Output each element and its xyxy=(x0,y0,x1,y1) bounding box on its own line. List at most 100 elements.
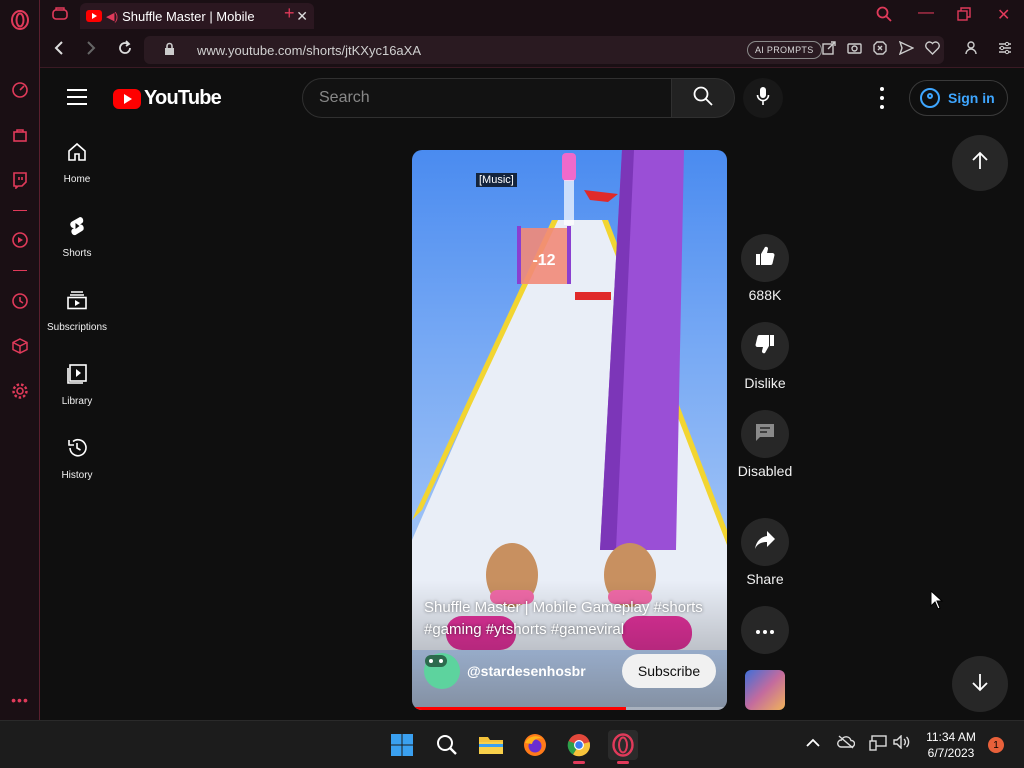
clock-time: 11:34 AM xyxy=(926,730,976,744)
shorts-icon xyxy=(66,215,88,242)
tab-islands-icon[interactable] xyxy=(52,7,68,26)
taskbar-search-button[interactable] xyxy=(432,730,462,760)
bookmark-heart-icon[interactable] xyxy=(925,41,940,58)
chrome-button[interactable] xyxy=(564,730,594,764)
previous-short-button[interactable] xyxy=(952,135,1008,191)
channel-name[interactable]: @stardesenhosbr xyxy=(467,663,622,679)
account-icon xyxy=(920,88,940,108)
windows-logo-icon xyxy=(391,734,413,756)
youtube-favicon-icon xyxy=(86,10,102,22)
onedrive-offline-icon[interactable] xyxy=(837,735,856,752)
back-button[interactable] xyxy=(52,40,66,61)
url-text: www.youtube.com/shorts/jtKXyc16aXA xyxy=(197,42,421,58)
dislike-button[interactable] xyxy=(741,322,789,370)
logo-text: YouTube xyxy=(144,87,222,109)
speaker-icon[interactable]: ◀) xyxy=(106,10,118,23)
guide-label: Shorts xyxy=(62,248,92,259)
opera-icon xyxy=(612,733,634,757)
speed-dial-icon[interactable] xyxy=(9,79,31,101)
history-clock-icon[interactable] xyxy=(9,290,31,312)
start-button[interactable] xyxy=(387,730,417,760)
notification-badge[interactable]: 1 xyxy=(988,737,1004,753)
sidebar-divider xyxy=(13,270,27,271)
close-tab-icon[interactable]: ✕ xyxy=(296,8,308,25)
firefox-button[interactable] xyxy=(520,730,550,760)
share-label: Share xyxy=(746,571,784,587)
system-clock[interactable]: 11:34 AM 6/7/2023 xyxy=(920,729,982,761)
channel-avatar[interactable] xyxy=(424,653,460,689)
far-character xyxy=(562,153,576,181)
profile-icon[interactable] xyxy=(965,41,977,58)
player-icon[interactable] xyxy=(9,229,31,251)
opera-taskbar-button[interactable] xyxy=(608,730,638,764)
comments-button[interactable] xyxy=(741,410,789,458)
network-icon[interactable] xyxy=(869,735,887,754)
tab-youtube-short[interactable]: ◀) Shuffle Master | Mobile ✕ xyxy=(80,3,314,29)
search-tabs-icon[interactable] xyxy=(876,6,892,27)
sound-thumbnail[interactable] xyxy=(745,670,785,710)
tab-title: Shuffle Master | Mobile xyxy=(122,8,255,24)
guide-item-home[interactable]: Home xyxy=(41,125,113,199)
chrome-icon xyxy=(567,734,591,757)
clock-date: 6/7/2023 xyxy=(927,746,975,760)
more-horizontal-icon xyxy=(756,621,774,639)
lock-icon xyxy=(164,42,175,59)
search-input[interactable]: Search xyxy=(302,78,672,118)
guide-label: History xyxy=(61,470,93,481)
folder-icon xyxy=(479,737,503,754)
search-icon xyxy=(693,86,713,111)
tray-overflow-chevron-icon[interactable] xyxy=(806,735,820,751)
more-actions-button[interactable] xyxy=(741,606,789,654)
opera-logo-icon[interactable] xyxy=(9,9,31,31)
red-obstacle-far xyxy=(584,190,618,202)
like-count: 688K xyxy=(748,287,782,303)
short-video-player[interactable]: -12 [Music] Shuffle Master | Mobile Game… xyxy=(412,150,727,710)
guide-item-shorts[interactable]: Shorts xyxy=(41,199,113,273)
minimize-button[interactable]: — xyxy=(918,4,934,22)
comment-icon xyxy=(754,421,776,448)
next-short-button[interactable] xyxy=(952,656,1008,712)
cube-icon[interactable] xyxy=(9,335,31,357)
guide-item-history[interactable]: History xyxy=(41,421,113,495)
playback-progress[interactable] xyxy=(412,707,727,710)
mouse-cursor-icon xyxy=(930,589,944,615)
voice-search-button[interactable] xyxy=(743,78,783,118)
tab-strip: ◀) Shuffle Master | Mobile ✕ + — ✕ xyxy=(40,0,1024,32)
shopping-icon[interactable] xyxy=(9,124,31,146)
ai-prompts-button[interactable]: AI PROMPTS xyxy=(747,41,822,59)
channel-row: @stardesenhosbr Subscribe xyxy=(424,653,716,689)
easy-setup-icon[interactable] xyxy=(998,41,1012,58)
short-title[interactable]: Shuffle Master | Mobile Gameplay #shorts… xyxy=(424,597,719,641)
guide-item-subscriptions[interactable]: Subscriptions xyxy=(41,273,113,347)
share-button[interactable] xyxy=(741,518,789,566)
arrow-up-icon xyxy=(971,151,989,176)
adblock-icon[interactable] xyxy=(873,41,887,58)
reload-button[interactable] xyxy=(117,40,133,61)
search-button[interactable] xyxy=(671,78,735,118)
subscribe-button[interactable]: Subscribe xyxy=(622,654,716,688)
like-button[interactable] xyxy=(741,234,789,282)
sign-in-button[interactable]: Sign in xyxy=(909,80,1008,116)
forward-button[interactable] xyxy=(84,40,98,61)
far-character-trail xyxy=(564,180,574,225)
microphone-icon xyxy=(756,86,770,111)
send-icon[interactable] xyxy=(898,40,915,58)
twitch-icon[interactable] xyxy=(9,169,31,191)
new-tab-button[interactable]: + xyxy=(284,3,295,24)
snapshot-camera-icon[interactable] xyxy=(847,41,862,57)
menu-icon[interactable] xyxy=(67,89,87,105)
comments-label: Disabled xyxy=(737,463,793,479)
more-dots-icon[interactable]: ••• xyxy=(9,689,31,711)
guide-item-library[interactable]: Library xyxy=(41,347,113,421)
playback-progress-fill xyxy=(412,707,627,710)
youtube-logo[interactable]: YouTube xyxy=(113,87,222,110)
caption-tag: [Music] xyxy=(476,173,517,187)
file-explorer-button[interactable] xyxy=(476,730,506,760)
subscriptions-icon xyxy=(66,289,88,316)
share-page-icon[interactable] xyxy=(822,41,836,58)
close-window-button[interactable]: ✕ xyxy=(997,5,1010,25)
settings-kebab-icon[interactable] xyxy=(877,87,887,109)
restore-button[interactable] xyxy=(957,7,971,26)
settings-gear-icon[interactable] xyxy=(9,380,31,402)
volume-icon[interactable] xyxy=(893,734,911,752)
